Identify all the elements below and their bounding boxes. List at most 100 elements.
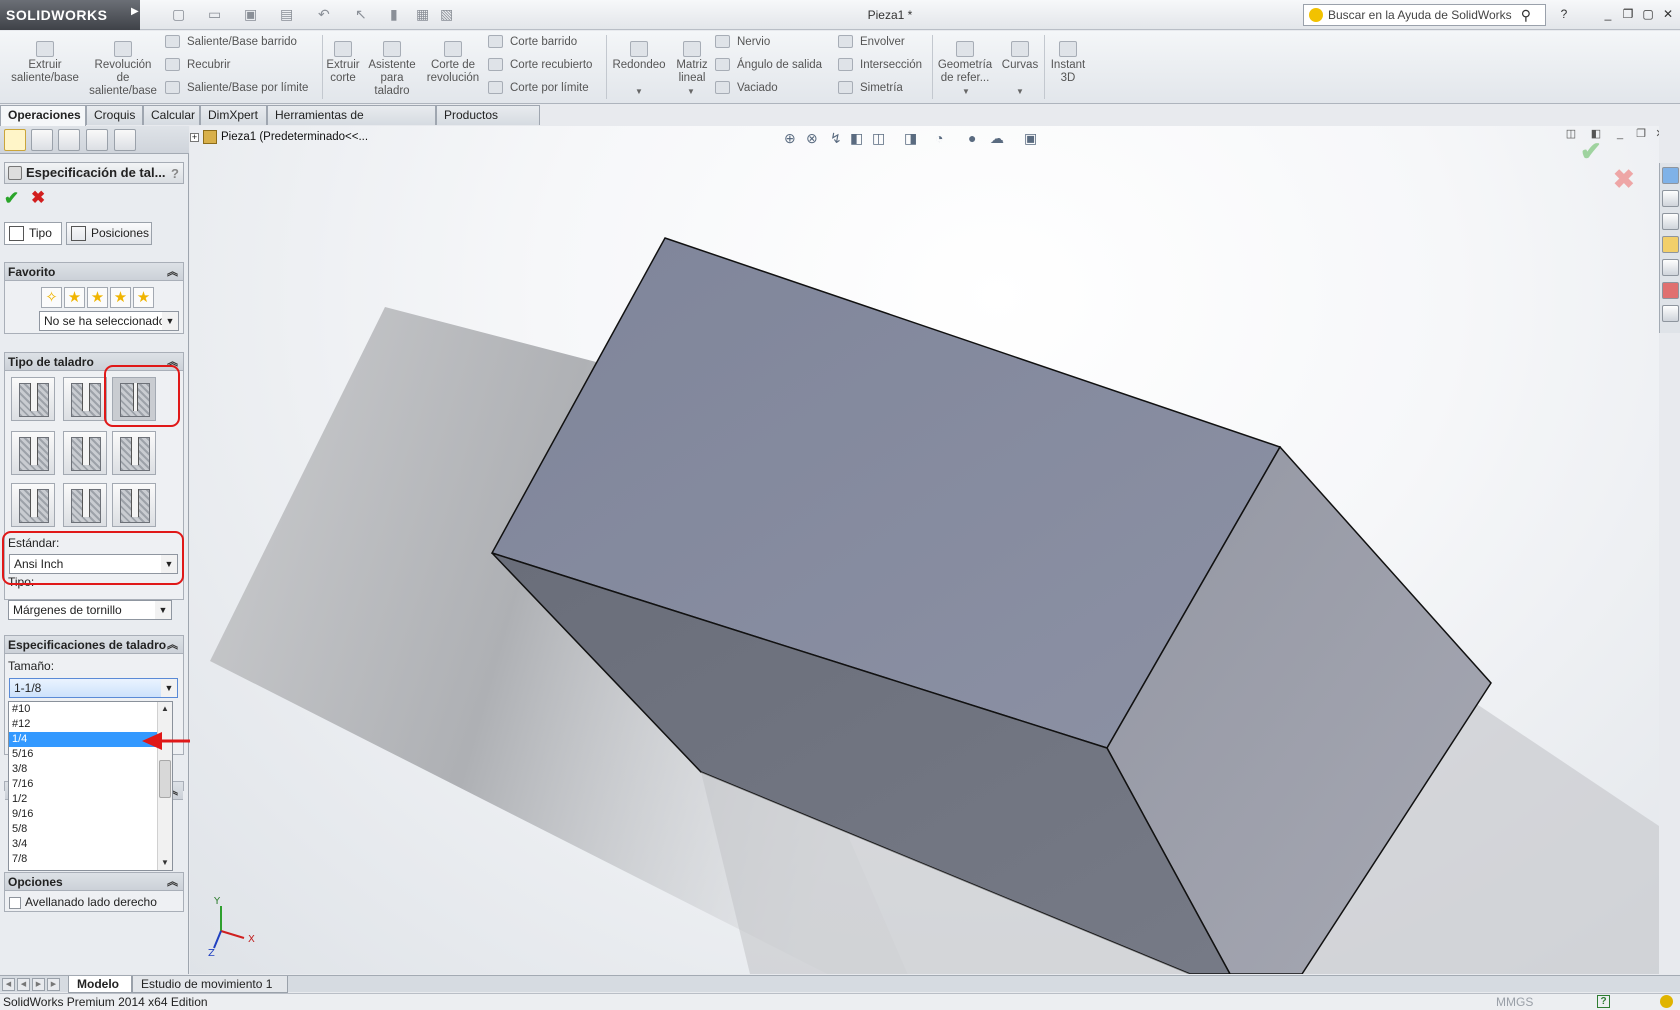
zoom-to-area-icon[interactable]: ⊗: [806, 130, 818, 147]
counterbore-slot-button[interactable]: [11, 483, 55, 527]
draft-button[interactable]: Ángulo de salida: [715, 57, 822, 73]
hole-wizard-button[interactable]: Asistente para taladro: [366, 41, 418, 98]
view-orientation-icon[interactable]: ◫: [872, 130, 885, 147]
tab-dimxpert[interactable]: DimXpert: [200, 105, 267, 125]
scroll-up-icon[interactable]: ▲: [158, 702, 172, 716]
confirm-corner-cancel-icon[interactable]: ✖: [1613, 164, 1635, 195]
hole-type-select[interactable]: Márgenes de tornillo ▼: [8, 600, 172, 620]
swept-boss-button[interactable]: Saliente/Base barrido: [165, 34, 297, 50]
favorito-header[interactable]: Favorito ︽: [5, 263, 183, 281]
previous-view-icon[interactable]: ↯: [830, 130, 842, 147]
display-style-icon[interactable]: ◨: [904, 130, 917, 147]
expand-icon[interactable]: +: [190, 132, 199, 142]
loft-button[interactable]: Recubrir: [165, 57, 230, 73]
solidworks-logo[interactable]: SOLIDWORKS: [0, 0, 140, 30]
view-settings-icon[interactable]: ▣: [1024, 130, 1037, 147]
collapse-icon[interactable]: ︽: [167, 263, 178, 281]
confirm-corner-ok-icon[interactable]: ✔: [1580, 136, 1602, 167]
size-list-item[interactable]: 9/16: [9, 807, 172, 822]
hide-show-icon[interactable]: ◔: [935, 130, 943, 146]
revolve-boss-button[interactable]: Revolución de saliente/base: [84, 41, 162, 98]
property-manager-tab-icon[interactable]: [31, 129, 53, 151]
instant3d-button[interactable]: Instant 3D: [1048, 41, 1088, 85]
pattern-dropdown-icon[interactable]: ▼: [687, 87, 695, 96]
size-list-item[interactable]: 7/16: [9, 777, 172, 792]
unit-system[interactable]: MMGS: [1496, 994, 1533, 1010]
apply-defaults-icon[interactable]: ✧: [41, 287, 62, 308]
near-side-countersink-checkbox[interactable]: [9, 897, 21, 909]
rebuild-icon[interactable]: ▮: [390, 6, 398, 24]
new-document-icon[interactable]: ▢: [172, 6, 185, 24]
select-icon[interactable]: ↖: [355, 6, 367, 24]
especificaciones-header[interactable]: Especificaciones de taladro ︽: [5, 636, 183, 654]
tab-calcular[interactable]: Calcular: [143, 105, 200, 125]
tab-productos-office[interactable]: Productos Office: [436, 105, 540, 141]
last-tab-icon[interactable]: ▶: [47, 978, 60, 991]
intersect-button[interactable]: Intersección: [838, 57, 922, 73]
delete-favorite-icon[interactable]: ★: [87, 287, 108, 308]
zoom-to-fit-icon[interactable]: ⊕: [784, 130, 796, 147]
size-dropdown-list[interactable]: #10 #12 1/4 5/16 3/8 7/16 1/2 9/16 5/8 3/4 7/8 ▲ ▼: [8, 701, 173, 871]
collapse-icon[interactable]: ︽: [167, 636, 178, 654]
extrude-boss-button[interactable]: Extruir saliente/base: [8, 41, 82, 85]
mirror-button[interactable]: Simetría: [838, 80, 903, 96]
tab-croquis[interactable]: Croquis: [86, 105, 143, 125]
viewport-split-icon[interactable]: ◫: [1563, 126, 1579, 142]
minimize-icon[interactable]: _: [1601, 7, 1615, 21]
wrap-button[interactable]: Envolver: [838, 34, 905, 50]
lofted-cut-button[interactable]: Corte recubierto: [488, 57, 592, 73]
file-explorer-icon[interactable]: [1662, 236, 1679, 253]
shell-button[interactable]: Vaciado: [715, 80, 778, 96]
add-favorite-icon[interactable]: ★: [64, 287, 85, 308]
linear-pattern-button[interactable]: Matriz lineal: [674, 41, 710, 85]
opciones-header[interactable]: Opciones ︽: [5, 873, 183, 891]
ref-geometry-dropdown-icon[interactable]: ▼: [962, 87, 970, 96]
tab-herramientas-renderizado[interactable]: Herramientas de renderizado: [267, 105, 436, 141]
restore-icon[interactable]: ❐: [1621, 7, 1635, 21]
collapse-icon[interactable]: ︽: [167, 873, 178, 891]
fillet-button[interactable]: Redondeo: [610, 41, 668, 72]
load-favorite-icon[interactable]: ★: [133, 287, 154, 308]
size-list-item[interactable]: 3/8: [9, 762, 172, 777]
scroll-down-icon[interactable]: ▼: [158, 856, 172, 870]
open-icon[interactable]: ▭: [208, 6, 221, 24]
close-icon[interactable]: ✕: [1661, 7, 1675, 21]
counterbore-button[interactable]: [11, 377, 55, 421]
prev-tab-icon[interactable]: ◀: [17, 978, 30, 991]
countersink-slot-button[interactable]: [63, 483, 107, 527]
size-list-scrollbar[interactable]: ▲ ▼: [157, 702, 172, 870]
viewport-minimize-icon[interactable]: _: [1612, 126, 1628, 142]
cancel-x-icon[interactable]: ✖: [31, 188, 45, 208]
design-library-icon[interactable]: [1662, 213, 1679, 230]
legacy-hole-button[interactable]: [112, 431, 156, 475]
view-palette-icon[interactable]: [1662, 259, 1679, 276]
save-icon[interactable]: ▣: [244, 6, 257, 24]
graphics-area[interactable]: + Pieza1 (Predeterminado<<... ⊕ ⊗ ↯ ◧ ◫ ◨…: [190, 126, 1659, 974]
viewport-restore-icon[interactable]: ❐: [1633, 126, 1649, 142]
next-tab-icon[interactable]: ▶: [32, 978, 45, 991]
file-properties-icon[interactable]: ▦: [416, 6, 429, 24]
size-select[interactable]: 1-1/8 ▼: [9, 678, 178, 698]
options-icon[interactable]: ▧: [440, 6, 453, 24]
boundary-boss-button[interactable]: Saliente/Base por límite: [165, 80, 308, 96]
configuration-manager-tab-icon[interactable]: [58, 129, 80, 151]
ok-check-icon[interactable]: ✔: [4, 188, 19, 209]
tab-tipo[interactable]: Tipo: [4, 222, 62, 245]
slot-button[interactable]: [112, 483, 156, 527]
model-viewport[interactable]: [190, 126, 1659, 974]
curves-dropdown-icon[interactable]: ▼: [1016, 87, 1024, 96]
help-icon[interactable]: ?: [171, 164, 179, 183]
revolve-cut-button[interactable]: Corte de revolución: [424, 41, 482, 85]
save-favorite-icon[interactable]: ★: [110, 287, 131, 308]
undo-icon[interactable]: ↶: [318, 6, 330, 24]
appearances-icon[interactable]: [1662, 282, 1679, 299]
edit-appearance-icon[interactable]: ●: [968, 130, 976, 146]
scroll-thumb[interactable]: [159, 760, 171, 798]
section-view-icon[interactable]: ◧: [850, 130, 863, 147]
search-icon[interactable]: ⚲: [1521, 5, 1531, 25]
size-list-item[interactable]: 1/2: [9, 792, 172, 807]
tab-modelo[interactable]: Modelo: [68, 976, 132, 993]
feature-tree-root[interactable]: + Pieza1 (Predeterminado<<...: [190, 130, 368, 144]
custom-properties-icon[interactable]: [1662, 305, 1679, 322]
curves-button[interactable]: Curvas: [1000, 41, 1040, 72]
